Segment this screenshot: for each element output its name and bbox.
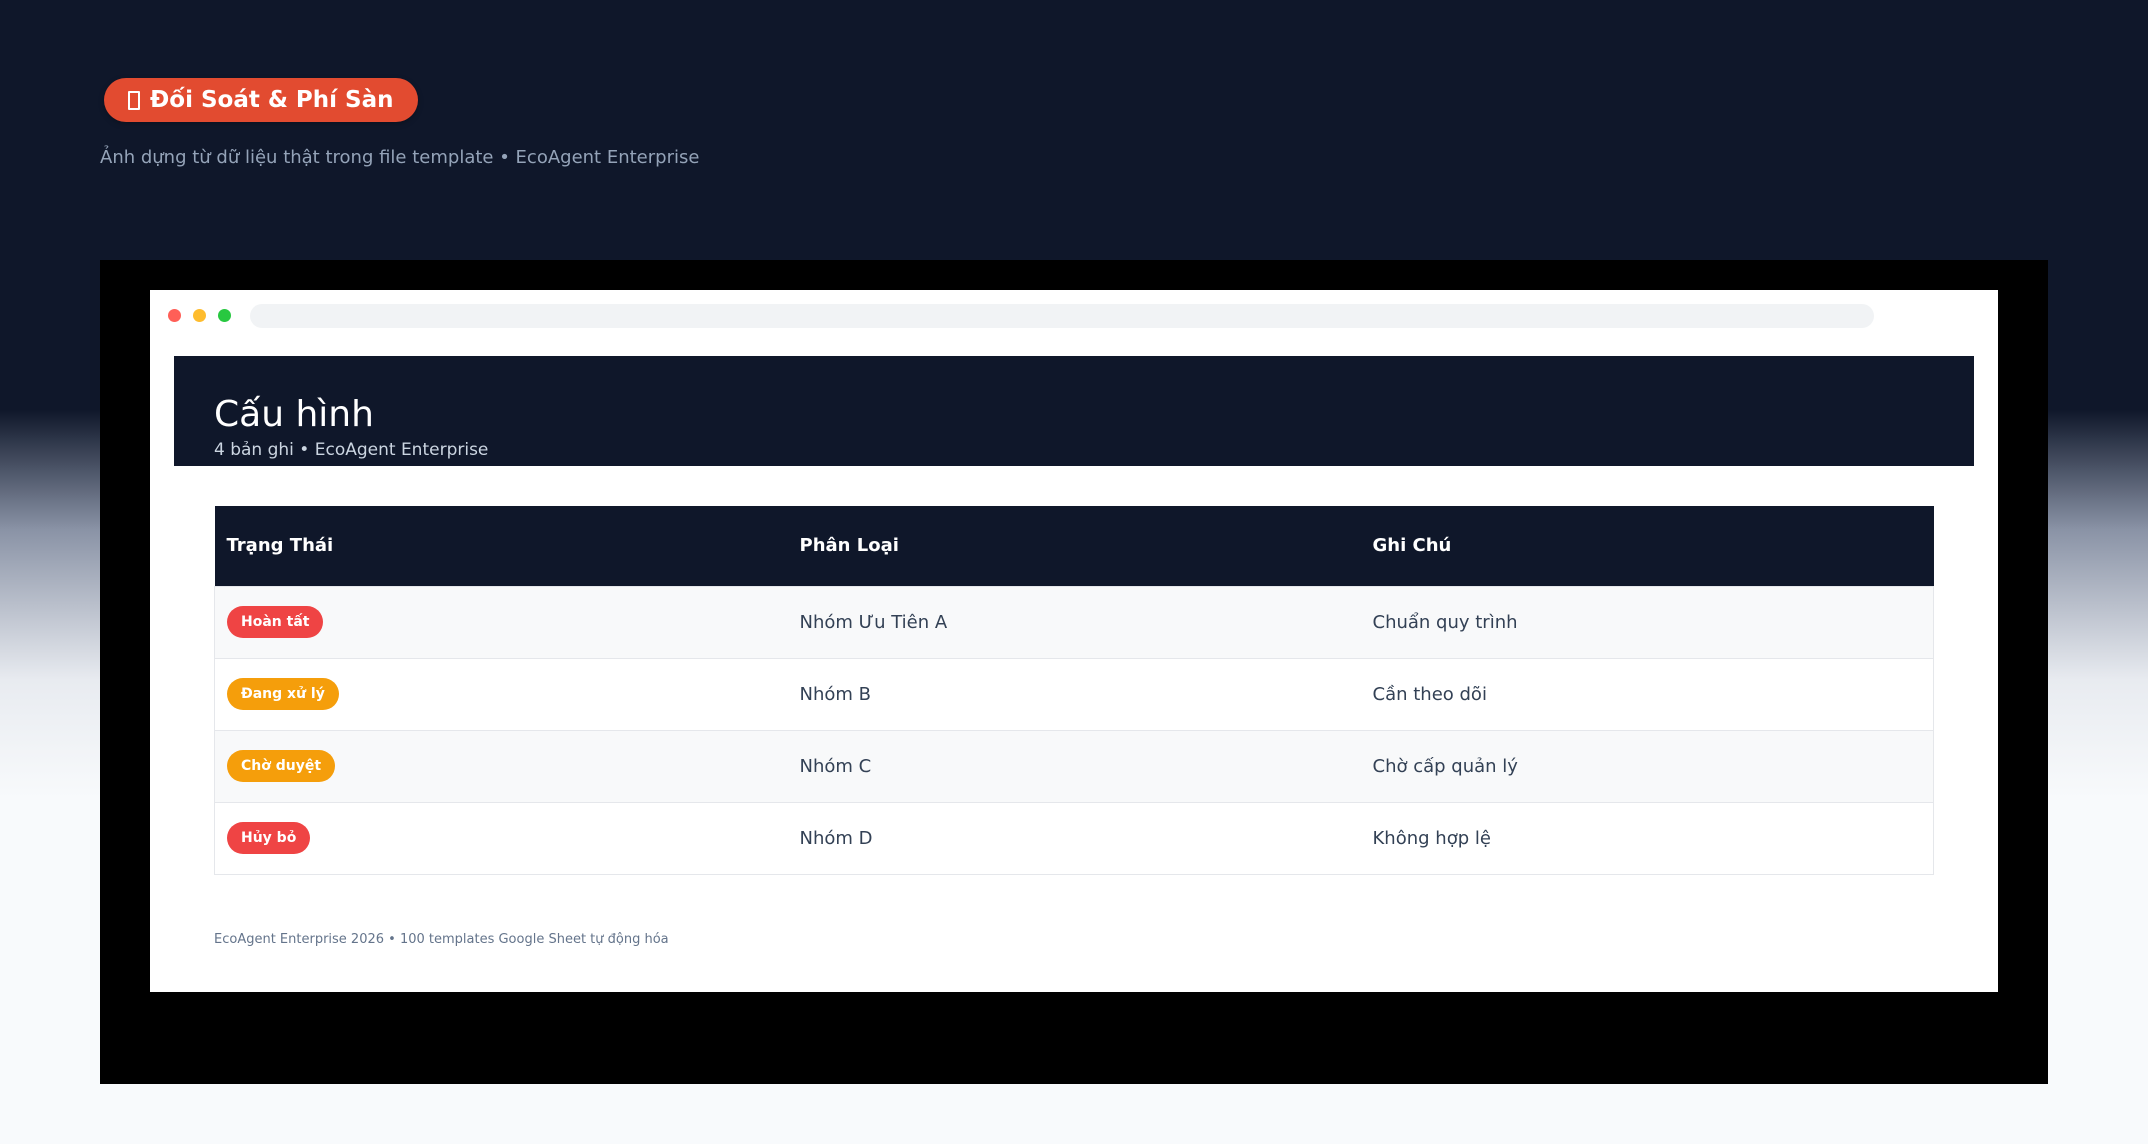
- close-dot-icon[interactable]: [168, 309, 181, 322]
- page-footer: EcoAgent Enterprise 2026 • 100 templates…: [214, 932, 669, 947]
- missing-glyph-icon: [128, 90, 140, 110]
- category-cell: Nhóm Ưu Tiên A: [787, 585, 1361, 658]
- screenshot-frame: Cấu hình 4 bản ghi • EcoAgent Enterprise…: [100, 260, 2048, 1084]
- hero-badge: Đối Soát & Phí Sàn: [104, 78, 418, 122]
- status-badge: Đang xử lý: [227, 678, 339, 710]
- note-cell: Cần theo dõi: [1360, 657, 1934, 730]
- window-controls: [168, 309, 231, 322]
- note-cell: Chuẩn quy trình: [1360, 585, 1934, 658]
- category-cell: Nhóm D: [787, 801, 1361, 874]
- note-cell: Chờ cấp quản lý: [1360, 729, 1934, 802]
- category-cell: Nhóm C: [787, 729, 1361, 802]
- page-title: Cấu hình: [214, 394, 374, 435]
- table-header-row: Trạng Thái Phân Loại Ghi Chú: [214, 506, 1934, 586]
- column-header-category[interactable]: Phân Loại: [788, 506, 1361, 586]
- config-table: Trạng Thái Phân Loại Ghi Chú Hoàn tất Nh…: [214, 506, 1934, 875]
- page-subtitle: 4 bản ghi • EcoAgent Enterprise: [214, 440, 489, 460]
- table-row[interactable]: Hoàn tất Nhóm Ưu Tiên A Chuẩn quy trình: [214, 585, 1934, 658]
- maximize-dot-icon[interactable]: [218, 309, 231, 322]
- column-header-note[interactable]: Ghi Chú: [1361, 506, 1934, 586]
- category-cell: Nhóm B: [787, 657, 1361, 730]
- browser-window: Cấu hình 4 bản ghi • EcoAgent Enterprise…: [150, 290, 1998, 992]
- status-badge: Hủy bỏ: [227, 822, 311, 854]
- hero-badge-label: Đối Soát & Phí Sàn: [150, 87, 394, 113]
- column-header-status[interactable]: Trạng Thái: [215, 506, 788, 586]
- page-header: Cấu hình 4 bản ghi • EcoAgent Enterprise: [174, 356, 1974, 466]
- table-row[interactable]: Chờ duyệt Nhóm C Chờ cấp quản lý: [214, 729, 1934, 802]
- table-row[interactable]: Đang xử lý Nhóm B Cần theo dõi: [214, 657, 1934, 730]
- hero-subtitle: Ảnh dựng từ dữ liệu thật trong file temp…: [100, 147, 700, 168]
- status-badge: Chờ duyệt: [227, 750, 336, 782]
- note-cell: Không hợp lệ: [1360, 801, 1934, 874]
- status-badge: Hoàn tất: [227, 606, 324, 638]
- address-bar[interactable]: [250, 304, 1874, 328]
- table-row[interactable]: Hủy bỏ Nhóm D Không hợp lệ: [214, 801, 1934, 874]
- minimize-dot-icon[interactable]: [193, 309, 206, 322]
